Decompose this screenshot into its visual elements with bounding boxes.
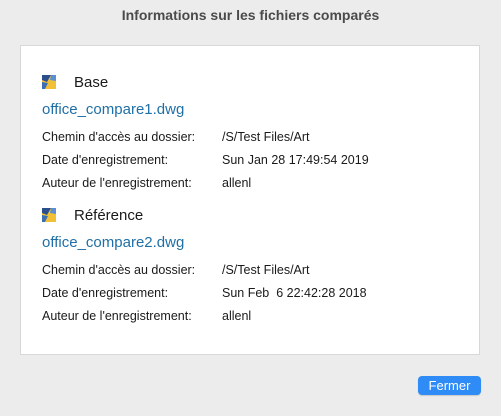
folder-path-value: /S/Test Files/Art xyxy=(222,263,310,277)
base-header: Base xyxy=(42,71,462,93)
folder-path-label: Chemin d'accès au dossier: xyxy=(42,263,196,277)
reference-filename-link[interactable]: office_compare2.dwg xyxy=(42,234,184,251)
author-label: Auteur de l'enregistrement: xyxy=(42,309,192,323)
dwg-file-icon xyxy=(42,208,56,222)
info-panel: Base office_compare1.dwg Chemin d'accès … xyxy=(20,45,480,355)
reference-section: Référence office_compare2.dwg Chemin d'a… xyxy=(42,204,462,323)
reference-title: Référence xyxy=(74,207,144,224)
reference-author-row: Auteur de l'enregistrement: allenl xyxy=(42,309,462,327)
author-value: allenl xyxy=(222,176,252,190)
base-save-date-row: Date d'enregistrement: Sun Jan 28 17:49:… xyxy=(42,153,462,171)
reference-header: Référence xyxy=(42,204,462,226)
compare-info-dialog: Informations sur les fichiers comparés B… xyxy=(0,0,501,416)
base-author-row: Auteur de l'enregistrement: allenl xyxy=(42,176,462,194)
save-date-value: Sun Feb 6 22:42:28 2018 xyxy=(222,286,367,300)
base-section: Base office_compare1.dwg Chemin d'accès … xyxy=(42,71,462,190)
save-date-label: Date d'enregistrement: xyxy=(42,286,169,300)
save-date-label: Date d'enregistrement: xyxy=(42,153,169,167)
reference-folder-path-row: Chemin d'accès au dossier: /S/Test Files… xyxy=(42,263,462,281)
base-title: Base xyxy=(74,74,109,91)
reference-save-date-row: Date d'enregistrement: Sun Feb 6 22:42:2… xyxy=(42,286,462,304)
base-filename-link[interactable]: office_compare1.dwg xyxy=(42,101,184,118)
author-label: Auteur de l'enregistrement: xyxy=(42,176,192,190)
save-date-value: Sun Jan 28 17:49:54 2019 xyxy=(222,153,369,167)
close-button[interactable]: Fermer xyxy=(418,376,481,395)
author-value: allenl xyxy=(222,309,252,323)
folder-path-value: /S/Test Files/Art xyxy=(222,130,310,144)
window-title: Informations sur les fichiers comparés xyxy=(121,7,380,23)
folder-path-label: Chemin d'accès au dossier: xyxy=(42,130,196,144)
dwg-file-icon xyxy=(42,75,56,89)
base-folder-path-row: Chemin d'accès au dossier: /S/Test Files… xyxy=(42,130,462,148)
